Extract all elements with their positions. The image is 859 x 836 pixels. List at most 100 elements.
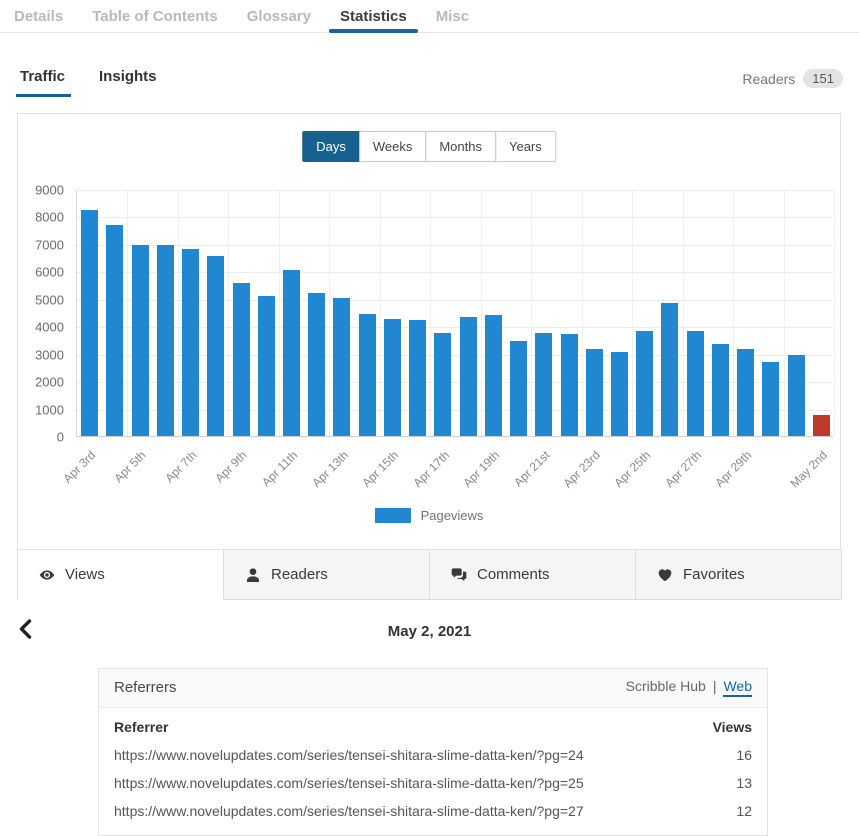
gridline [279, 190, 280, 436]
referrer-source-toggle: Scribble Hub | Web [626, 678, 752, 697]
gridline [632, 190, 633, 436]
pageviews-bar[interactable] [233, 283, 250, 436]
gridline [531, 190, 532, 436]
x-axis-tick: Apr 25th [612, 448, 654, 490]
pageviews-bar[interactable] [762, 362, 779, 436]
pageviews-bar[interactable] [561, 334, 578, 436]
pageviews-bar[interactable] [409, 320, 426, 436]
gridline [784, 190, 785, 436]
tab-table-of-contents[interactable]: Table of Contents [81, 0, 229, 33]
pageviews-bar[interactable] [636, 331, 653, 436]
referrers-header: Referrers Scribble Hub | Web [99, 669, 767, 708]
y-axis-tick: 1000 [35, 402, 64, 417]
legend-pageviews-label: Pageviews [421, 508, 484, 523]
x-axis-tick: Apr 13th [309, 448, 351, 490]
pageviews-bar[interactable] [661, 303, 678, 436]
y-axis-tick: 2000 [35, 375, 64, 390]
gridline [380, 190, 381, 436]
y-axis-tick: 0 [57, 430, 64, 445]
gridline [127, 190, 128, 436]
referrer-views: 12 [703, 797, 752, 825]
date-nav: May 2, 2021 [0, 612, 859, 652]
pageviews-bar[interactable] [81, 210, 98, 436]
range-years-button[interactable]: Years [495, 131, 556, 162]
gridline [733, 190, 734, 436]
x-axis-tick: May 2nd [788, 448, 830, 490]
x-axis-tick: Apr 19th [460, 448, 502, 490]
tab-traffic[interactable]: Traffic [16, 64, 71, 99]
range-months-button[interactable]: Months [425, 131, 496, 162]
x-axis-tick: Apr 17th [410, 448, 452, 490]
pageviews-bar[interactable] [737, 349, 754, 436]
person-icon [245, 567, 261, 583]
pageviews-bar[interactable] [283, 270, 300, 436]
gridline [228, 190, 229, 436]
pageviews-bar[interactable] [535, 333, 552, 436]
pageviews-bar[interactable] [712, 344, 729, 436]
tab-glossary[interactable]: Glossary [236, 0, 322, 33]
pageviews-bar[interactable] [586, 349, 603, 436]
y-axis-tick: 9000 [35, 183, 64, 198]
tab-details[interactable]: Details [3, 0, 74, 33]
range-button-group: Days Weeks Months Years [302, 131, 556, 162]
table-row: https://www.novelupdates.com/series/tens… [114, 797, 752, 825]
column-views: Views [703, 710, 752, 741]
pageviews-bar[interactable] [813, 415, 830, 436]
gridline [683, 190, 684, 436]
pageviews-bar[interactable] [384, 319, 401, 436]
x-axis-tick: Apr 15th [359, 448, 401, 490]
tab-readers[interactable]: Readers [224, 550, 430, 600]
column-referrer: Referrer [114, 710, 703, 741]
range-days-button[interactable]: Days [302, 131, 360, 162]
tab-insights[interactable]: Insights [95, 64, 163, 99]
pageviews-bar[interactable] [788, 355, 805, 436]
pageviews-bar[interactable] [510, 341, 527, 437]
x-axis-tick: Apr 23rd [561, 448, 603, 490]
pageviews-bar[interactable] [460, 317, 477, 436]
tab-comments-label: Comments [477, 566, 550, 583]
eye-icon [39, 567, 55, 583]
x-axis-tick: Apr 5th [112, 448, 149, 485]
range-weeks-button[interactable]: Weeks [359, 131, 427, 162]
source-scribble-hub[interactable]: Scribble Hub [626, 678, 706, 694]
source-web[interactable]: Web [723, 678, 752, 697]
tab-comments[interactable]: Comments [430, 550, 636, 600]
tab-statistics[interactable]: Statistics [329, 0, 418, 33]
readers-count-badge: 151 [803, 69, 843, 88]
comments-icon [451, 567, 467, 583]
chart-plot [76, 190, 833, 437]
x-axis-tick: Apr 11th [259, 448, 300, 489]
referrer-views: 13 [703, 769, 752, 797]
gridline [481, 190, 482, 436]
pageviews-bar[interactable] [157, 245, 174, 436]
tab-favorites[interactable]: Favorites [636, 550, 842, 600]
metric-tabs: Views Readers Comments Favorites [17, 550, 842, 600]
pageviews-bar[interactable] [359, 314, 376, 436]
pageviews-bar[interactable] [611, 352, 628, 436]
x-axis-tick: Apr 27th [662, 448, 704, 490]
pageviews-bar[interactable] [485, 315, 502, 436]
pageviews-bar[interactable] [687, 331, 704, 436]
pageviews-bar[interactable] [207, 256, 224, 436]
y-axis-tick: 7000 [35, 237, 64, 252]
x-axis-tick: Apr 3rd [61, 448, 99, 486]
readers-counter: Readers 151 [742, 64, 843, 88]
tab-views[interactable]: Views [18, 550, 224, 600]
table-row: https://www.novelupdates.com/series/tens… [114, 769, 752, 797]
pageviews-bar[interactable] [182, 249, 199, 436]
y-axis-tick: 6000 [35, 265, 64, 280]
pageviews-bar[interactable] [258, 296, 275, 436]
pageviews-bar[interactable] [434, 333, 451, 436]
pageviews-bar[interactable] [308, 293, 325, 436]
referrer-views: 16 [703, 741, 752, 769]
referrer-url: https://www.novelupdates.com/series/tens… [114, 769, 703, 797]
chart-legend: Pageviews [18, 508, 840, 523]
top-nav: Details Table of Contents Glossary Stati… [0, 0, 859, 33]
pageviews-bar[interactable] [106, 225, 123, 436]
tab-misc[interactable]: Misc [425, 0, 480, 33]
pageviews-bar[interactable] [132, 245, 149, 436]
chart-xlabels: Apr 3rdApr 5thApr 7thApr 9thApr 11thApr … [76, 441, 833, 501]
legend-pageviews-swatch [375, 508, 411, 523]
gridline [77, 245, 833, 246]
pageviews-bar[interactable] [333, 298, 350, 436]
